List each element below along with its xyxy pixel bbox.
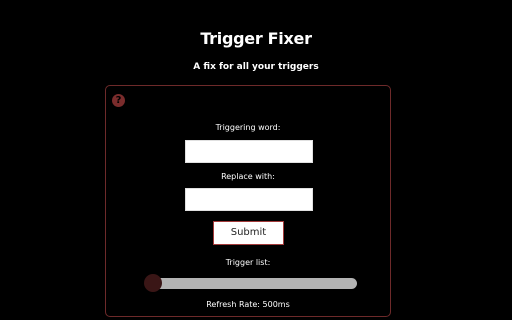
submit-button[interactable]: Submit bbox=[213, 221, 284, 245]
refresh-rate-label: Refresh Rate: 500ms bbox=[206, 300, 290, 309]
triggering-word-label: Triggering word: bbox=[215, 123, 281, 132]
question-circle-icon[interactable]: ? bbox=[112, 94, 125, 107]
refresh-rate-slider-thumb[interactable] bbox=[144, 274, 163, 292]
triggering-word-input[interactable] bbox=[185, 140, 313, 163]
replace-with-label: Replace with: bbox=[221, 172, 275, 181]
page-title: Trigger Fixer bbox=[200, 29, 312, 48]
refresh-rate-slider[interactable] bbox=[145, 278, 357, 289]
replace-with-input[interactable] bbox=[185, 188, 313, 211]
trigger-form-panel: ? Triggering word: Replace with: Submit … bbox=[105, 85, 391, 317]
trigger-list-label: Trigger list: bbox=[225, 258, 271, 267]
page-subtitle: A fix for all your triggers bbox=[193, 62, 319, 72]
